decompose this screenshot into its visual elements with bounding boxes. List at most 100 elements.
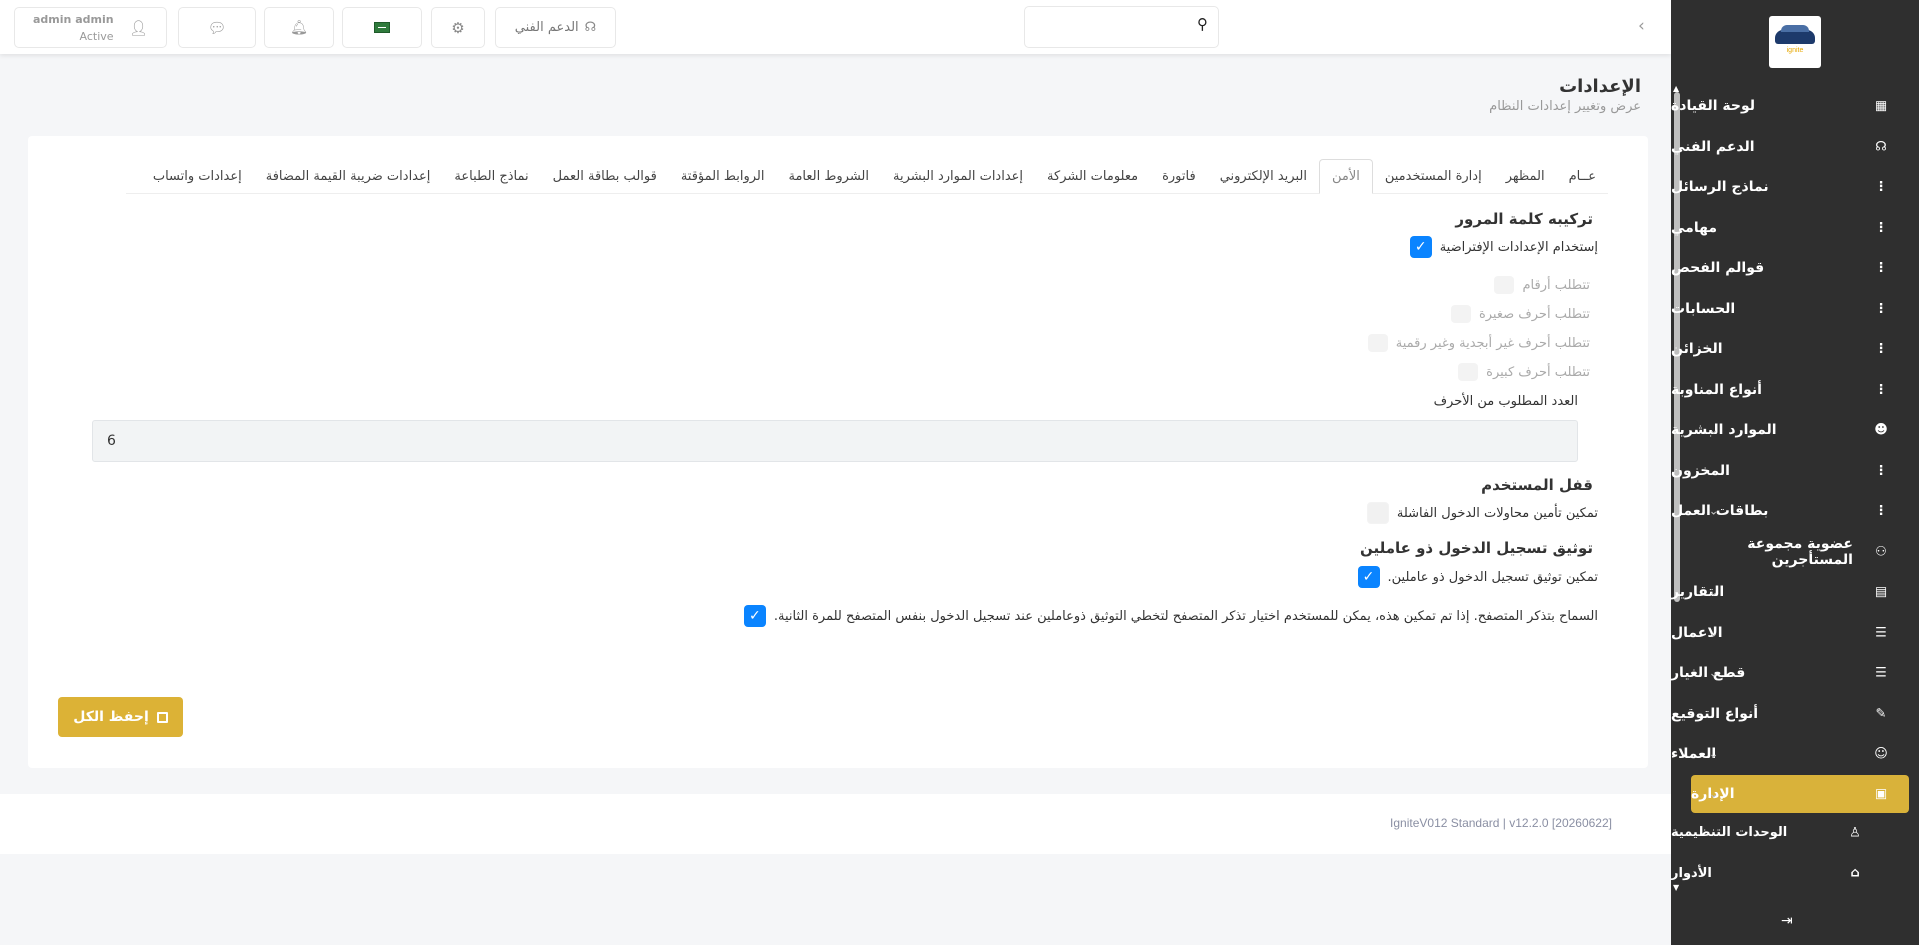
tab-user-management[interactable]: إدارة المستخدمين	[1373, 159, 1494, 193]
chevron-down-icon[interactable]: ⌄	[1709, 505, 1718, 518]
tab-vat-settings[interactable]: إعدادات ضريبة القيمة المضافة	[254, 159, 443, 193]
sidebar-item-label: الخزائن	[1671, 341, 1723, 358]
headset-icon: ☊	[584, 20, 597, 35]
tab-email[interactable]: البريد الإلكتروني	[1208, 159, 1319, 193]
logo-text: ignite	[1786, 47, 1804, 54]
min-length-input[interactable]: 6	[92, 420, 1578, 462]
sidebar-item[interactable]: أنواع المناوبة ⋮	[1671, 370, 1919, 411]
tab-whatsapp-settings[interactable]: إعدادات واتساب	[141, 159, 254, 193]
chevron-down-icon[interactable]: ⌄	[1709, 787, 1718, 800]
tab-appearance[interactable]: المظهر	[1494, 159, 1557, 193]
sidebar-item[interactable]: أنواع التوقيع ✎	[1671, 694, 1919, 735]
user-icon: ☺	[1874, 746, 1888, 762]
tab-temp-links[interactable]: الروابط المؤقتة	[669, 159, 777, 193]
tab-general-terms[interactable]: الشروط العامة	[776, 159, 881, 193]
sidebar-item[interactable]: الحسابات ⋮	[1671, 289, 1919, 330]
sidebar-item[interactable]: الأدوار ⌂	[1671, 853, 1919, 894]
logout-icon[interactable]: ⇥	[1781, 913, 1793, 929]
require-uppercase-label: تتطلب أحرف كبيرة	[1486, 364, 1590, 380]
use-default-checkbox[interactable]: ✓	[1409, 236, 1432, 258]
require-uppercase-row: تتطلب أحرف كبيرة	[1458, 363, 1590, 381]
flag-icon	[374, 22, 390, 33]
notifications-button[interactable]: 🔔︎	[264, 7, 334, 48]
sidebar-item[interactable]: الإدارة ▣ ⌄	[1691, 774, 1909, 813]
more-vertical-icon: ⋮	[1874, 463, 1888, 479]
require-uppercase-checkbox[interactable]	[1458, 363, 1479, 381]
more-vertical-icon: ⋮	[1874, 503, 1888, 519]
lock-checkbox[interactable]	[1366, 502, 1389, 524]
headset-icon: ☊	[1875, 139, 1887, 155]
sidebar-item[interactable]: لوحة القيادة ▦	[1671, 86, 1919, 127]
support-button[interactable]: ☊ الدعم الفني	[495, 7, 616, 48]
remember-checkbox[interactable]: ✓	[743, 605, 766, 627]
sidebar-item[interactable]: العملاء ☺ ⌄	[1671, 734, 1919, 775]
twofa-row: ✓ تمكين توثيق تسجيل الدخول ذو عاملين.	[1357, 566, 1598, 588]
user-menu[interactable]: admin admin Active 👤︎	[14, 7, 167, 48]
tab-security[interactable]: الأمن	[1318, 159, 1373, 194]
tab-invoice[interactable]: فاتورة	[1150, 159, 1208, 193]
search-input[interactable]: ⚲	[1024, 6, 1219, 48]
sidebar-item[interactable]: الموارد البشرية ☻ ⌄	[1671, 410, 1919, 451]
gear-icon: ⚙	[451, 18, 465, 37]
sidebar: ignite ▲ ▼ لوحة القيادة ▦ الدعم الفني ☊ نماذ…	[1671, 0, 1919, 945]
tab-general[interactable]: عــام	[1557, 159, 1608, 193]
user-status: Active	[79, 29, 114, 43]
car-logo-icon	[1775, 25, 1815, 44]
tab-company-info[interactable]: معلومات الشركة	[1035, 159, 1150, 193]
sidebar-item[interactable]: بطاقات العمل ⋮ ⌄	[1671, 491, 1919, 532]
sidebar-item[interactable]: التقارير ▤ ⌄	[1671, 572, 1919, 613]
network-icon: ⚇	[1875, 544, 1887, 560]
require-lowercase-checkbox[interactable]	[1450, 305, 1471, 323]
twofa-section-title: توثيق تسجيل الدخول ذو عاملين	[1359, 539, 1593, 557]
sidebar-item[interactable]: نماذج الرسائل ⋮	[1671, 167, 1919, 208]
more-vertical-icon: ⋮	[1874, 341, 1888, 357]
sidebar-item[interactable]: الدعم الفني ☊	[1671, 127, 1919, 168]
bell-icon: 🔔︎	[290, 19, 308, 36]
sidebar-item-label: مهامي	[1671, 219, 1717, 236]
require-nonalnum-checkbox[interactable]	[1367, 334, 1388, 352]
chevron-left-icon[interactable]: ‹	[1638, 16, 1645, 36]
search-icon: ⚲	[1197, 15, 1208, 33]
app-logo[interactable]: ignite	[1769, 16, 1821, 68]
sliders-icon: ☰	[1875, 625, 1887, 641]
lock-row: تمكين تأمين محاولات الدخول الفاشلة	[1366, 502, 1598, 524]
twofa-checkbox[interactable]: ✓	[1357, 566, 1380, 588]
chevron-down-icon[interactable]: ⌄	[1709, 667, 1718, 680]
settings-card: عــام المظهر إدارة المستخدمين الأمن البر…	[28, 136, 1648, 768]
tab-hr-settings[interactable]: إعدادات الموارد البشرية	[881, 159, 1035, 193]
more-vertical-icon: ⋮	[1874, 220, 1888, 236]
more-vertical-icon: ⋮	[1874, 301, 1888, 317]
require-numbers-checkbox[interactable]	[1494, 276, 1515, 294]
use-default-row: ✓ إستخدام الإعدادات الإفتراضية	[1409, 236, 1598, 258]
sidebar-item[interactable]: مهامي ⋮	[1671, 208, 1919, 249]
chevron-down-icon[interactable]: ⌄	[1709, 626, 1718, 639]
sidebar-item[interactable]: الاعمال ☰ ⌄	[1671, 613, 1919, 654]
user-info: admin admin Active	[33, 11, 114, 45]
settings-button[interactable]: ⚙	[431, 7, 485, 48]
sidebar-item-label: أنواع المناوبة	[1671, 381, 1762, 398]
sidebar-item-label: نماذج الرسائل	[1671, 179, 1769, 196]
chevron-down-icon[interactable]: ⌄	[1709, 748, 1718, 761]
lock-label: تمكين تأمين محاولات الدخول الفاشلة	[1396, 505, 1598, 521]
tab-jobcard-templates[interactable]: قوالب بطاقة العمل	[541, 159, 669, 193]
sidebar-item-label: لوحة القيادة	[1671, 98, 1756, 115]
more-vertical-icon: ⋮	[1874, 382, 1888, 398]
sidebar-item[interactable]: الخزائن ⋮	[1671, 329, 1919, 370]
sidebar-item[interactable]: عضوية مجموعة المستأجرين ⚇	[1671, 532, 1919, 573]
chat-button[interactable]: 💬︎	[178, 7, 256, 48]
chevron-down-icon[interactable]: ⌄	[1709, 586, 1718, 599]
save-all-button[interactable]: إحفظ الكل	[58, 697, 183, 737]
footer: IgniteV012 Standard | v12.2.0 [20260622]	[0, 794, 1671, 854]
sidebar-item[interactable]: الوحدات التنظيمية ♙	[1671, 813, 1919, 854]
sidebar-item[interactable]: قطع الغيار ☰ ⌄	[1671, 653, 1919, 694]
briefcase-icon: ⌂	[1850, 865, 1860, 881]
sidebar-item[interactable]: قوالم الفحص ⋮	[1671, 248, 1919, 289]
language-button[interactable]	[342, 7, 422, 48]
sidebar-item[interactable]: المخزون ⋮	[1671, 451, 1919, 492]
bar-chart-icon: ▤	[1874, 584, 1888, 600]
tab-print-templates[interactable]: نماذج الطباعة	[442, 159, 540, 193]
chevron-down-icon[interactable]: ⌄	[1709, 424, 1718, 437]
settings-tabs: عــام المظهر إدارة المستخدمين الأمن البر…	[126, 159, 1608, 194]
require-numbers-label: تتطلب أرقام	[1522, 277, 1590, 293]
password-section-title: تركيبه كلمة المرور	[1455, 210, 1593, 228]
